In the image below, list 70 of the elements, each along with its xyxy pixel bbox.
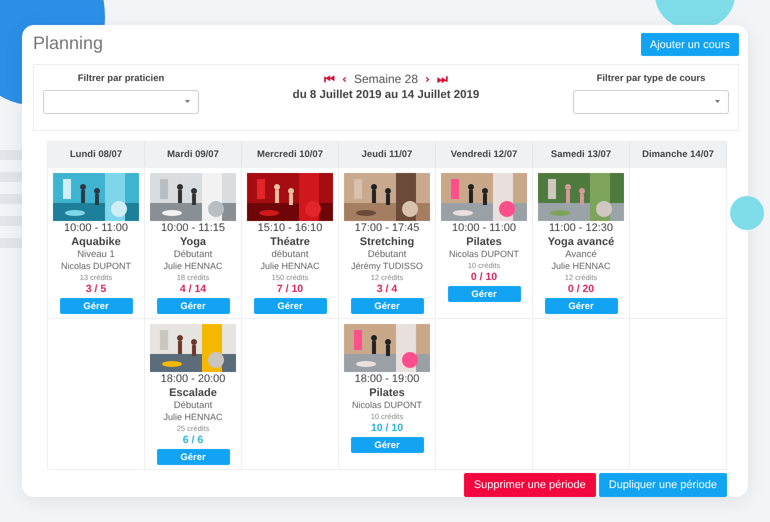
manage-button[interactable]: Gérer: [350, 437, 424, 453]
teacher-name: Julie HENNAC: [163, 412, 222, 422]
course-time: 10:00 - 11:15: [160, 222, 225, 234]
course-title: Yoga: [180, 236, 206, 248]
last-week-button[interactable]: ⏭: [436, 72, 448, 86]
course-level: Débutant: [368, 249, 406, 260]
course-title: Stretching: [360, 236, 414, 248]
manage-button[interactable]: Gérer: [448, 286, 520, 302]
course-title: Pilates: [466, 236, 502, 248]
course-level: Avancé: [565, 249, 597, 260]
places-count: 3 / 4: [376, 283, 398, 295]
day-header: Samedi 13/07: [533, 142, 630, 167]
course-title: Aquabike: [71, 236, 121, 248]
filter-select[interactable]: [573, 90, 729, 114]
places-count: 6 / 6: [182, 434, 204, 446]
course-time: 11:00 - 12:30: [548, 222, 613, 234]
course-level: Débutant: [174, 400, 212, 411]
course-title: Théatre: [270, 236, 310, 248]
manage-button[interactable]: Gérer: [156, 449, 230, 465]
teacher-name: Nicolas DUPONT: [352, 400, 422, 410]
week-range: du 8 Juillet 2019 au 14 Juillet 2019: [292, 89, 480, 101]
course-level: Niveau 1: [77, 249, 115, 260]
day-header: Jeudi 11/07: [339, 142, 436, 167]
delete-period-button[interactable]: Supprimer une période: [464, 473, 596, 497]
caret-icon: [185, 100, 190, 103]
course-time: 17:00 - 17:45: [354, 222, 420, 234]
course-time: 10:00 - 11:00: [64, 222, 128, 234]
day-header: Lundi 08/07: [48, 142, 145, 167]
course-time: 15:10 - 16:10: [258, 222, 322, 234]
course-level: Débutant: [174, 249, 212, 260]
teacher-name: Jérémy TUDISSO: [351, 261, 423, 271]
manage-button[interactable]: Gérer: [544, 298, 618, 314]
places-count: 0 / 10: [470, 271, 498, 283]
manage-button[interactable]: Gérer: [350, 298, 424, 314]
decor-circle: [730, 196, 764, 230]
places-count: 3 / 5: [86, 283, 106, 295]
day-header: Dimanche 14/07: [630, 142, 727, 167]
places-count: 7 / 10: [276, 283, 304, 295]
day-header: Vendredi 12/07: [436, 142, 533, 167]
caret-icon: [715, 100, 720, 103]
teacher-name: Julie HENNAC: [163, 261, 222, 271]
places-count: 10 / 10: [370, 422, 404, 434]
week-label: Semaine 28: [354, 72, 418, 86]
first-week-button[interactable]: ⏮: [324, 72, 336, 86]
manage-button[interactable]: Gérer: [254, 298, 326, 314]
manage-button[interactable]: Gérer: [60, 298, 132, 314]
previous-week-button[interactable]: ‹: [342, 72, 347, 86]
add-course-button[interactable]: Ajouter un cours: [640, 33, 739, 56]
course-title: Yoga avancé: [548, 236, 614, 248]
filter-label: Filtrer par praticien: [78, 73, 164, 84]
filter-label: Filtrer par type de cours: [596, 73, 706, 84]
course-title: Pilates: [369, 387, 405, 399]
teacher-name: Nicolas DUPONT: [60, 261, 131, 271]
filter-select[interactable]: [43, 90, 199, 114]
page-title: Planning: [33, 33, 104, 54]
manage-button[interactable]: Gérer: [156, 298, 230, 314]
teacher-name: Nicolas DUPONT: [448, 249, 519, 259]
places-count: 0 / 20: [568, 283, 594, 295]
next-week-button[interactable]: ›: [425, 72, 430, 86]
course-time: 18:00 - 20:00: [160, 373, 226, 385]
course-title: Escalade: [169, 387, 217, 399]
course-time: 18:00 - 19:00: [354, 373, 420, 385]
day-header: Mardi 09/07: [145, 142, 242, 167]
places-count: 4 / 14: [180, 283, 206, 295]
course-level: débutant: [272, 249, 308, 260]
course-time: 10:00 - 11:00: [452, 222, 516, 234]
teacher-name: Julie HENNAC: [551, 261, 610, 271]
duplicate-period-button[interactable]: Dupliquer une période: [598, 473, 727, 497]
day-header: Mercredi 10/07: [242, 142, 339, 167]
teacher-name: Julie HENNAC: [260, 261, 320, 271]
